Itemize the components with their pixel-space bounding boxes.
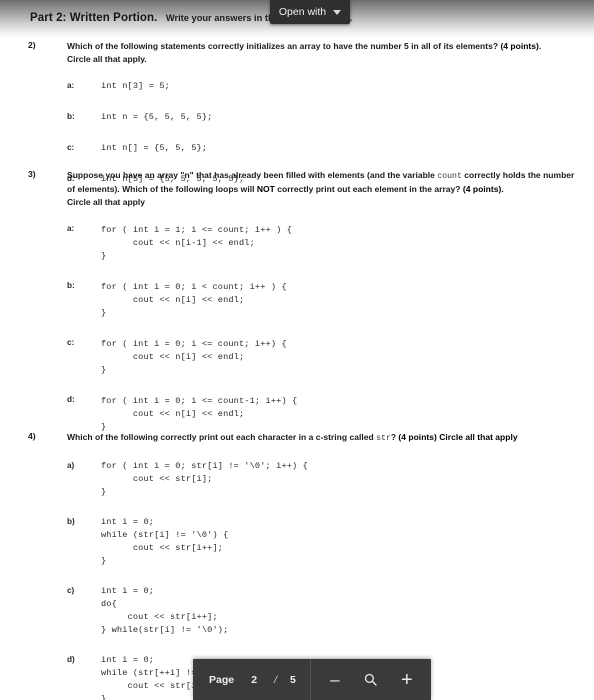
question-subline: Circle all that apply. [67, 54, 147, 65]
question-subline: Circle all that apply [67, 197, 145, 208]
prompt-code-token: str [376, 434, 391, 443]
option-item[interactable]: c) int i = 0; do{ cout << str[i++]; } wh… [67, 585, 579, 637]
option-letter: d) [67, 654, 75, 664]
question-prompt: Suppose you have an array "n" that has a… [67, 169, 579, 196]
option-code: int i = 0; while (str[i] != '\0') { cout… [101, 517, 229, 567]
prompt-text-mid2: correctly print out each element in the … [274, 184, 463, 195]
option-letter: c: [67, 142, 75, 152]
option-letter: a: [67, 224, 75, 234]
document-page: Part 2: Written Portion. Write your answ… [0, 0, 594, 700]
option-code: int i = 0; do{ cout << str[i++]; } while… [101, 586, 229, 636]
prompt-text: Which of the following correctly print o… [67, 432, 377, 442]
question-body: Suppose you have an array "n" that has a… [67, 169, 579, 434]
option-item[interactable]: d: for ( int i = 0; i <= count-1; i++) {… [67, 395, 579, 434]
question-number: 2) [28, 40, 36, 50]
option-code: for ( int i = 0; str[i] != '\0'; i++) { … [101, 461, 308, 498]
question-number: 3) [28, 169, 36, 179]
option-item[interactable]: c: for ( int i = 0; i <= count; i++) { c… [67, 338, 579, 377]
question-prompt: Which of the following correctly print o… [67, 431, 579, 445]
prompt-negation: NOT [256, 184, 275, 195]
option-letter: b) [67, 516, 75, 526]
option-letter: b: [67, 111, 75, 121]
question-body: Which of the following statements correc… [67, 40, 579, 186]
magnifier-icon[interactable] [362, 673, 380, 686]
option-letter: d: [67, 395, 75, 405]
option-code: int n = {5, 5, 5, 5}; [101, 112, 213, 123]
option-letter: b: [67, 281, 75, 291]
option-item[interactable]: b: for ( int i = 0; i < count; i++ ) { c… [67, 281, 579, 320]
option-code: int n[] = {5, 5, 5}; [101, 143, 208, 154]
page-title-main: Part 2: Written Portion. [30, 12, 158, 24]
prompt-points: (4 points) [398, 432, 437, 442]
viewer-toolbar: Page / 5 – + [193, 659, 431, 700]
page-separator: / [274, 673, 278, 686]
option-code: int n[3] = 5; [101, 81, 170, 92]
open-with-label: Open with [278, 6, 327, 18]
option-letter: c: [67, 338, 75, 348]
prompt-text: Suppose you have an array "n" that has a… [67, 170, 438, 180]
prompt-code-token: count [437, 172, 462, 181]
zoom-controls-group: – + [309, 659, 431, 700]
zoom-in-button[interactable]: + [399, 670, 415, 690]
option-item[interactable]: b) int i = 0; while (str[i] != '\0') { c… [67, 516, 579, 568]
option-item[interactable]: b: int n = {5, 5, 5, 5}; [67, 111, 579, 124]
chevron-down-icon [333, 9, 342, 15]
prompt-points: (4 points) [500, 41, 539, 51]
prompt-points: (4 points) [462, 184, 502, 195]
open-with-button[interactable]: Open with [270, 0, 350, 24]
question-prompt: Which of the following statements correc… [67, 40, 579, 53]
option-list: a: for ( int i = 1; i <= count; i++ ) { … [67, 224, 579, 434]
page-total: 5 [290, 673, 296, 686]
prompt-text: Which of the following statements correc… [67, 41, 501, 51]
option-code: for ( int i = 0; i <= count-1; i++) { co… [101, 395, 298, 432]
option-letter: a) [67, 460, 75, 470]
prompt-text-end: . [538, 41, 542, 51]
prompt-text-end: Circle all that apply [436, 432, 518, 442]
question-number: 4) [28, 431, 36, 441]
prompt-text-end: . [501, 184, 504, 195]
page-number-input[interactable] [247, 673, 262, 686]
option-code: for ( int i = 0; i < count; i++ ) { cout… [101, 281, 287, 318]
page-label: Page [209, 673, 235, 686]
option-letter: c) [67, 585, 75, 595]
page-navigation-group: Page / 5 [193, 659, 310, 700]
option-item[interactable]: a: int n[3] = 5; [67, 80, 579, 93]
option-item[interactable]: a) for ( int i = 0; str[i] != '\0'; i++)… [67, 460, 579, 499]
zoom-out-button[interactable]: – [327, 671, 343, 688]
option-code: for ( int i = 0; i <= count; i++) { cout… [101, 338, 287, 375]
option-letter: a: [67, 80, 75, 90]
option-code: for ( int i = 1; i <= count; i++ ) { cou… [101, 224, 293, 261]
option-item[interactable]: c: int n[] = {5, 5, 5}; [67, 142, 579, 155]
option-item[interactable]: a: for ( int i = 1; i <= count; i++ ) { … [67, 224, 579, 263]
